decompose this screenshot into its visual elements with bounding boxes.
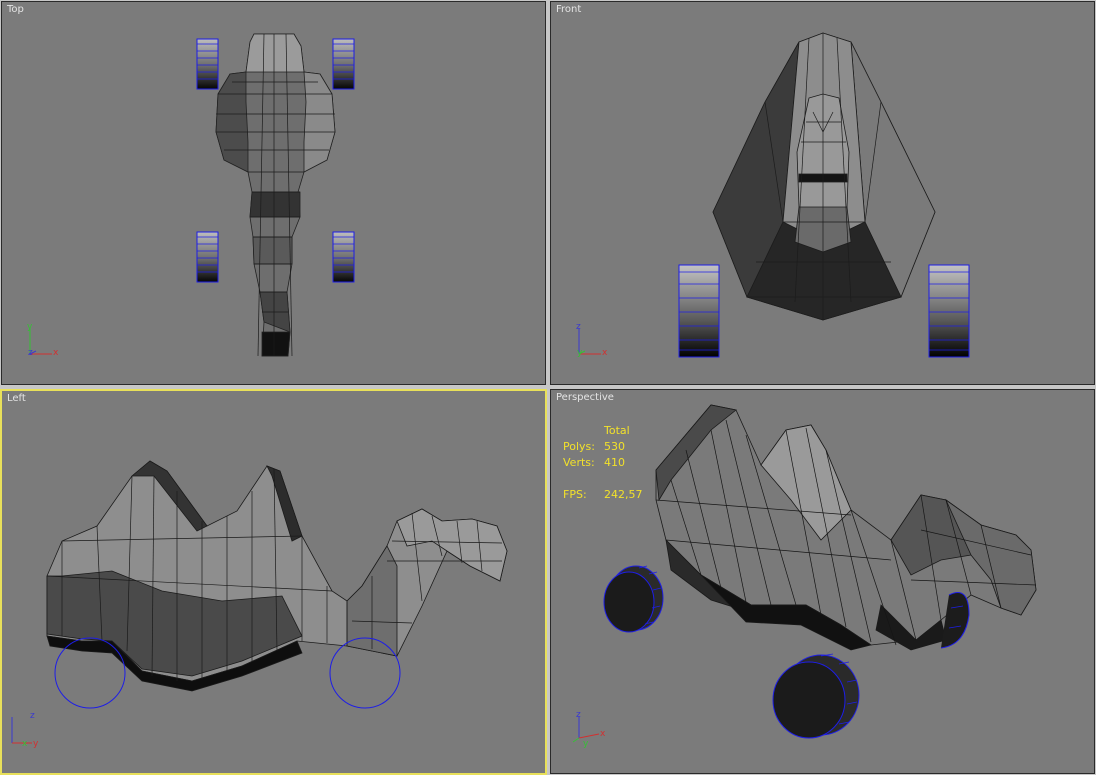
viewport-label-top[interactable]: Top <box>7 4 24 15</box>
viewport-left[interactable]: Left z y x <box>0 389 547 775</box>
axis-left-a: z <box>30 711 35 721</box>
axis-top-c: z <box>28 348 33 358</box>
wheel-front-left[interactable] <box>678 264 720 358</box>
polys-label: Polys: <box>563 440 595 453</box>
stats-header: Total <box>604 424 630 437</box>
verts-label: Verts: <box>563 456 595 469</box>
viewport-grid: Top y x z Front z x y Left z y x Perspec… <box>0 0 1096 775</box>
axis-front-b: x <box>602 348 608 358</box>
axis-tripod-front-icon: z x y <box>576 322 608 358</box>
axis-persp-a: z <box>576 710 581 720</box>
wheel-persp-front-left[interactable] <box>603 565 664 633</box>
fps-value: 242,57 <box>604 488 643 501</box>
axis-top-a: y <box>27 322 33 332</box>
viewport-front[interactable]: Front z x y <box>550 1 1095 385</box>
axis-left-b: y <box>33 739 39 749</box>
viewport-top[interactable]: Top y x z <box>1 1 546 385</box>
wheel-persp-rear-left[interactable] <box>772 653 860 739</box>
polys-value: 530 <box>604 440 625 453</box>
axis-persp-c: y <box>583 739 589 749</box>
top-scene <box>196 33 355 357</box>
axis-front-c: y <box>577 348 583 358</box>
wheel-front-right[interactable] <box>928 264 970 358</box>
viewport-label-left[interactable]: Left <box>7 393 26 404</box>
viewport-label-front[interactable]: Front <box>556 4 581 15</box>
axis-persp-b: x <box>600 729 606 739</box>
wheel-top-front-right[interactable] <box>332 38 355 90</box>
camel-mesh-top[interactable] <box>215 33 336 357</box>
wheel-top-rear-left[interactable] <box>196 231 219 283</box>
axis-front-a: z <box>576 322 581 332</box>
axis-left-c: x <box>22 739 28 749</box>
wheel-top-rear-right[interactable] <box>332 231 355 283</box>
fps-label: FPS: <box>563 488 587 501</box>
viewport-label-perspective[interactable]: Perspective <box>556 392 614 403</box>
camel-mesh-front[interactable] <box>712 32 936 321</box>
front-scene <box>678 32 970 358</box>
camel-mesh-left[interactable] <box>46 460 508 692</box>
camel-mesh-perspective[interactable] <box>655 404 1037 651</box>
axis-top-b: x <box>53 348 59 358</box>
axis-tripod-perspective-icon: z x y <box>572 710 606 749</box>
viewport-perspective[interactable]: Perspective Total Polys: 530 Verts: 410 … <box>550 389 1095 774</box>
wheel-top-front-left[interactable] <box>196 38 219 90</box>
axis-tripod-top-icon: y x z <box>27 322 59 358</box>
verts-value: 410 <box>604 456 625 469</box>
axis-tripod-left-icon: z y x <box>11 711 39 749</box>
perspective-scene <box>603 404 1037 739</box>
left-scene <box>46 460 508 709</box>
